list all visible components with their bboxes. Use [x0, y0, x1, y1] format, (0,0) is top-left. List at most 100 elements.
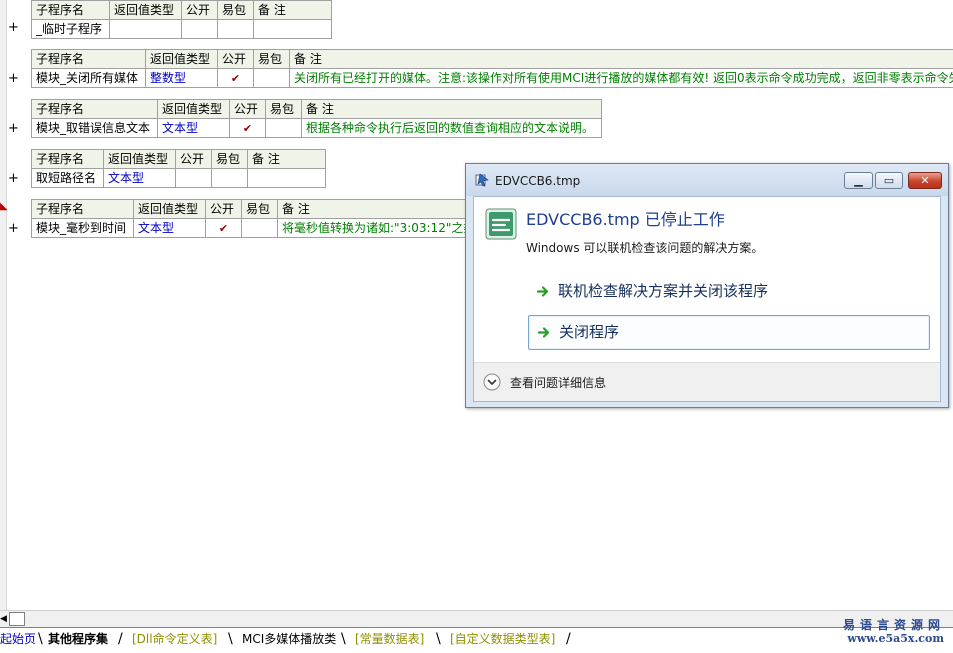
chevron-down-icon[interactable] [483, 373, 501, 391]
public-check-icon[interactable]: ✔ [218, 69, 254, 88]
col-header-name: 子程序名 [32, 1, 110, 20]
subroutine-name-cell[interactable]: 模块_毫秒到时间 [32, 219, 134, 238]
col-header-note: 备 注 [248, 150, 326, 169]
expand-button[interactable]: + [8, 172, 19, 186]
dialog-headline: EDVCCB6.tmp 已停止工作 [526, 206, 725, 230]
note-cell[interactable] [248, 169, 326, 188]
subroutine-name-cell[interactable]: 模块_取错误信息文本 [32, 119, 158, 138]
col-header-easy-pack: 易包 [212, 150, 248, 169]
app-icon [475, 173, 489, 187]
col-header-name: 子程序名 [32, 50, 146, 69]
left-gutter [0, 0, 7, 610]
check-online-label: 联机检查解决方案并关闭该程序 [558, 282, 768, 300]
expand-button[interactable]: + [8, 21, 19, 35]
col-header-public: 公开 [218, 50, 254, 69]
check-online-and-close-button[interactable]: 联机检查解决方案并关闭该程序 [528, 275, 930, 310]
dialog-titlebar[interactable]: EDVCCB6.tmp ▁ ▭ ✕ [466, 164, 948, 196]
note-cell[interactable]: 关闭所有已经打开的媒体。注意:该操作对所有使用MCI进行播放的媒体都有效! 返回… [290, 69, 953, 88]
subroutine-table: 子程序名 返回值类型 公开 易包 备 注 模块_关闭所有媒体 整数型 ✔ 关闭所… [31, 49, 953, 88]
horizontal-scrollbar[interactable]: ◀ [0, 610, 953, 628]
close-program-label: 关闭程序 [559, 323, 619, 341]
col-header-public: 公开 [176, 150, 212, 169]
tab-separator: / [118, 630, 123, 648]
scroll-left-icon[interactable]: ◀ [0, 614, 7, 624]
dialog-content: EDVCCB6.tmp 已停止工作 Windows 可以联机检查该问题的解决方案… [473, 196, 941, 402]
col-header-note: 备 注 [290, 50, 953, 69]
tab-separator: \ [436, 630, 441, 648]
subroutine-name-cell[interactable]: _临时子程序 [32, 20, 110, 39]
dialog-footer: 查看问题详细信息 [474, 362, 940, 401]
col-header-easy-pack: 易包 [218, 1, 254, 20]
view-details-link[interactable]: 查看问题详细信息 [510, 374, 606, 391]
col-header-return-type: 返回值类型 [104, 150, 176, 169]
scroll-thumb[interactable] [9, 612, 25, 626]
expand-button[interactable]: + [8, 222, 19, 236]
easy-pack-cell[interactable] [254, 69, 290, 88]
expand-button[interactable]: + [8, 72, 19, 86]
tab-mci-media-class[interactable]: MCI多媒体播放类 [242, 630, 336, 648]
dialog-title: EDVCCB6.tmp [495, 174, 580, 188]
green-arrow-icon [537, 316, 551, 349]
col-header-public: 公开 [206, 200, 242, 219]
close-program-button[interactable]: 关闭程序 [528, 315, 930, 350]
maximize-button[interactable]: ▭ [875, 172, 903, 189]
easy-pack-cell[interactable] [266, 119, 302, 138]
note-cell[interactable] [254, 20, 332, 39]
col-header-note: 备 注 [302, 100, 602, 119]
public-cell[interactable] [176, 169, 212, 188]
col-header-name: 子程序名 [32, 100, 158, 119]
watermark-url: www.e5a5x.com [847, 632, 944, 645]
close-icon: ✕ [909, 173, 941, 188]
tab-constants[interactable]: [常量数据表] [355, 630, 424, 648]
public-check-icon[interactable]: ✔ [230, 119, 266, 138]
document-tab-bar: 起始页 \ 其他程序集 / [Dll命令定义表] \ MCI多媒体播放类 \ [… [0, 627, 953, 653]
tab-dll-commands[interactable]: [Dll命令定义表] [132, 630, 217, 648]
subroutine-table: 子程序名 返回值类型 公开 易包 备 注 取短路径名 文本型 [31, 149, 326, 188]
subroutine-name-cell[interactable]: 模块_关闭所有媒体 [32, 69, 146, 88]
table-row[interactable]: 取短路径名 文本型 [32, 169, 326, 188]
tab-separator: \ [228, 630, 233, 648]
return-type-cell[interactable]: 整数型 [146, 69, 218, 88]
subroutine-table: 子程序名 返回值类型 公开 易包 备 注 _临时子程序 [31, 0, 332, 39]
tab-start-page[interactable]: 起始页 [0, 630, 36, 648]
tab-separator: / [566, 630, 571, 648]
return-type-cell[interactable]: 文本型 [104, 169, 176, 188]
public-cell[interactable] [182, 20, 218, 39]
close-button[interactable]: ✕ [908, 172, 942, 189]
col-header-name: 子程序名 [32, 150, 104, 169]
col-header-easy-pack: 易包 [266, 100, 302, 119]
watermark-title: 易语言资源网 [843, 616, 945, 633]
maximize-icon: ▭ [876, 173, 902, 188]
return-type-cell[interactable]: 文本型 [134, 219, 206, 238]
tab-other-programs[interactable]: 其他程序集 [48, 630, 108, 648]
minimize-icon: ▁ [845, 173, 872, 188]
col-header-public: 公开 [182, 1, 218, 20]
col-header-easy-pack: 易包 [242, 200, 278, 219]
error-marker-icon: ◣ [0, 202, 3, 212]
col-header-return-type: 返回值类型 [110, 1, 182, 20]
subroutine-name-cell[interactable]: 取短路径名 [32, 169, 104, 188]
minimize-button[interactable]: ▁ [844, 172, 873, 189]
col-header-return-type: 返回值类型 [134, 200, 206, 219]
tab-separator: \ [38, 630, 43, 648]
table-row[interactable]: 模块_取错误信息文本 文本型 ✔ 根据各种命令执行后返回的数值查询相应的文本说明… [32, 119, 602, 138]
note-cell[interactable]: 根据各种命令执行后返回的数值查询相应的文本说明。 [302, 119, 602, 138]
public-check-icon[interactable]: ✔ [206, 219, 242, 238]
table-row[interactable]: _临时子程序 [32, 20, 332, 39]
easy-pack-cell[interactable] [242, 219, 278, 238]
program-icon [484, 207, 518, 241]
tab-custom-types[interactable]: [自定义数据类型表] [450, 630, 555, 648]
easy-pack-cell[interactable] [212, 169, 248, 188]
col-header-return-type: 返回值类型 [158, 100, 230, 119]
tab-separator: \ [341, 630, 346, 648]
stopped-working-dialog: EDVCCB6.tmp ▁ ▭ ✕ EDVCCB6.tmp 已停止工作 Wind… [465, 163, 949, 408]
green-arrow-icon [536, 275, 550, 308]
subroutine-table: 子程序名 返回值类型 公开 易包 备 注 模块_取错误信息文本 文本型 ✔ 根据… [31, 99, 602, 138]
return-type-cell[interactable] [110, 20, 182, 39]
expand-button[interactable]: + [8, 122, 19, 136]
easy-pack-cell[interactable] [218, 20, 254, 39]
table-row[interactable]: 模块_关闭所有媒体 整数型 ✔ 关闭所有已经打开的媒体。注意:该操作对所有使用M… [32, 69, 953, 88]
col-header-name: 子程序名 [32, 200, 134, 219]
col-header-note: 备 注 [254, 1, 332, 20]
return-type-cell[interactable]: 文本型 [158, 119, 230, 138]
